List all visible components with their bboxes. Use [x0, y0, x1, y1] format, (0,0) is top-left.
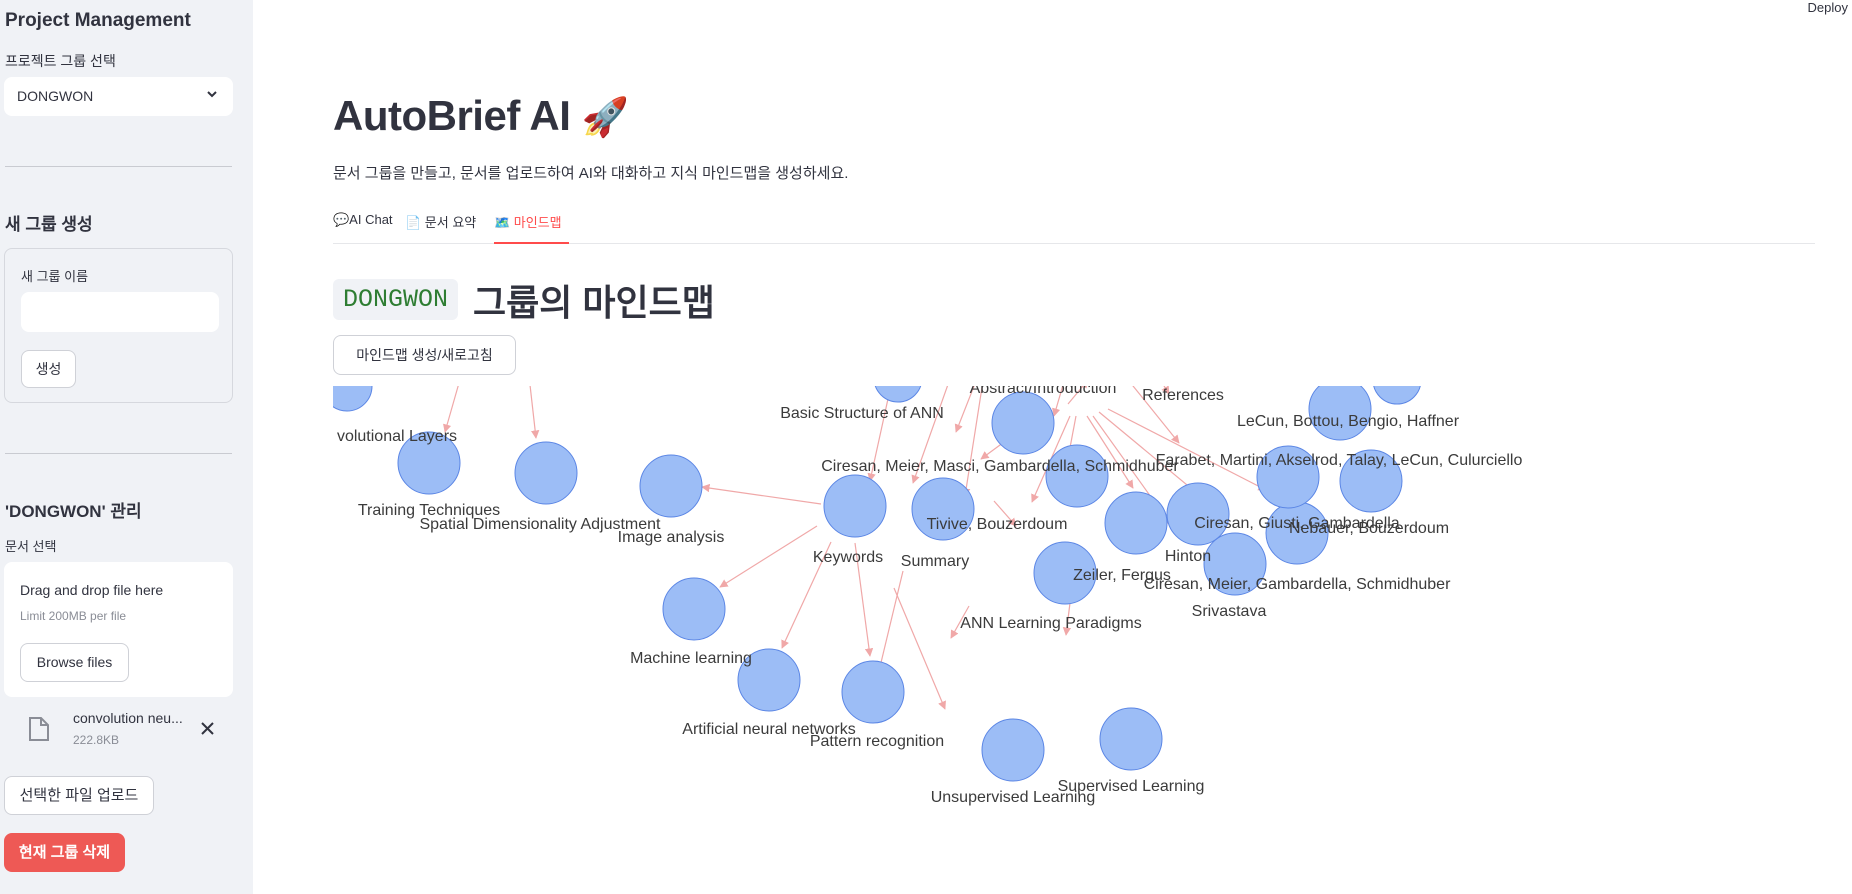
dropzone-limit: Limit 200MB per file [20, 609, 127, 623]
delete-group-button[interactable]: 현재 그룹 삭제 [4, 833, 125, 872]
tab-mindmap[interactable]: 🗺️ 마인드맵 [494, 212, 569, 244]
mindmap-label: ANN Learning Paradigms [960, 615, 1141, 632]
mindmap-heading-text: 그룹의 마인드맵 [473, 282, 715, 323]
upload-selected-file-button[interactable]: 선택한 파일 업로드 [4, 776, 154, 815]
mindmap-label: Keywords [813, 549, 883, 566]
new-group-heading: 새 그룹 생성 [5, 215, 93, 234]
tab-document-summary[interactable]: 📄 문서 요약 [405, 212, 476, 242]
mindmap-label: Abstract/Introduction [970, 386, 1117, 397]
mindmap-group-code: DONGWON [333, 279, 459, 320]
chevron-down-icon [207, 91, 217, 98]
page-title-text: AutoBrief AI [333, 92, 571, 139]
page-title: AutoBrief AI 🚀 [333, 92, 629, 140]
mindmap-graph[interactable]: volutional Layers Training Techniques Sp… [333, 386, 1537, 836]
mindmap-node-ciresan-meier-masci[interactable] [1045, 444, 1109, 508]
mindmap-label: Summary [901, 553, 969, 570]
mindmap-label: Image analysis [618, 529, 725, 546]
tab-bar: 💬AI Chat 📄 문서 요약 🗺️ 마인드맵 [333, 210, 1815, 244]
mindmap-node-supervised-learning[interactable] [1099, 707, 1163, 771]
sidebar-title: Project Management [5, 10, 191, 31]
manage-heading: 'DONGWON' 관리 [5, 502, 142, 521]
mindmap-label: LeCun, Bottou, Bengio, Haffner [1237, 413, 1460, 430]
mindmap-node-spatial-dimensionality-adjustment[interactable] [514, 441, 578, 505]
mindmap-node-image-analysis[interactable] [639, 454, 703, 518]
uploaded-file-name: convolution neu... [73, 710, 183, 726]
mindmap-node-machine-learning[interactable] [662, 577, 726, 641]
mindmap-label: Machine learning [630, 650, 752, 667]
mindmap-label: Farabet, Martini, Akselrod, Talay, LeCun… [1156, 452, 1523, 469]
mindmap-edge [701, 483, 822, 505]
deploy-button[interactable]: Deploy [1808, 0, 1848, 15]
group-select[interactable]: DONGWON [4, 77, 233, 116]
sidebar-divider [5, 166, 232, 167]
group-select-value: DONGWON [17, 88, 94, 104]
mindmap-edge [443, 386, 459, 433]
mindmap-refresh-button[interactable]: 마인드맵 생성/새로고침 [333, 335, 516, 375]
new-group-name-input[interactable] [21, 292, 219, 332]
mindmap-edge [529, 386, 540, 439]
mindmap-node[interactable] [874, 386, 922, 403]
mindmap-edge [719, 525, 818, 588]
mindmap-node-unsupervised-learning[interactable] [981, 718, 1045, 782]
close-icon[interactable] [201, 722, 214, 735]
mindmap-label: Tivive, Bouzerdoum [927, 516, 1068, 533]
create-group-button[interactable]: 생성 [21, 350, 76, 388]
mindmap-node-keywords[interactable] [823, 474, 887, 538]
mindmap-label: Pattern recognition [810, 733, 944, 750]
browse-files-button[interactable]: Browse files [20, 643, 129, 682]
mindmap-label: Basic Structure of ANN [780, 405, 944, 422]
mindmap-label: References [1142, 387, 1224, 404]
mindmap-label: Ciresan, Meier, Gambardella, Schmidhuber [1144, 576, 1451, 593]
mindmap-node[interactable] [1373, 386, 1421, 405]
document-select-label: 문서 선택 [5, 539, 57, 554]
new-group-name-label: 새 그룹 이름 [21, 269, 89, 284]
dropzone-text: Drag and drop file here [20, 582, 164, 598]
file-icon [29, 717, 49, 741]
uploaded-file-size: 222.8KB [73, 733, 120, 747]
sidebar-divider [5, 453, 232, 454]
mindmap-label: Ciresan, Meier, Masci, Gambardella, Schm… [821, 458, 1179, 475]
mindmap-node-basic-structure[interactable] [991, 391, 1055, 455]
mindmap-label: volutional Layers [337, 428, 457, 445]
file-dropzone[interactable]: Drag and drop file here Limit 200MB per … [4, 562, 233, 697]
mindmap-node-tivive-bouzerdoum[interactable] [1104, 491, 1168, 555]
mindmap-node-convolutional-layers[interactable] [333, 386, 373, 412]
mindmap-label: Supervised Learning [1058, 778, 1205, 795]
sidebar: Project Management 프로젝트 그룹 선택 DONGWON 새 … [0, 0, 253, 894]
page-subtitle: 문서 그룹을 만들고, 문서를 업로드하여 AI와 대화하고 지식 마인드맵을 … [333, 165, 849, 182]
tab-ai-chat[interactable]: 💬AI Chat [333, 212, 393, 242]
rocket-icon: 🚀 [581, 97, 629, 139]
mindmap-node-pattern-recognition[interactable] [841, 660, 905, 724]
mindmap-node-hinton[interactable] [1166, 482, 1230, 546]
mindmap-label: Nebauer, Bouzerdoum [1289, 520, 1449, 537]
mindmap-canvas[interactable]: volutional Layers Training Techniques Sp… [333, 386, 1537, 836]
mindmap-label: Srivastava [1192, 603, 1267, 620]
uploaded-file-row: convolution neu... 222.8KB [4, 703, 233, 753]
group-select-label: 프로젝트 그룹 선택 [5, 53, 116, 69]
new-group-form: 새 그룹 이름 생성 [4, 248, 233, 403]
mindmap-label: Hinton [1165, 548, 1211, 565]
